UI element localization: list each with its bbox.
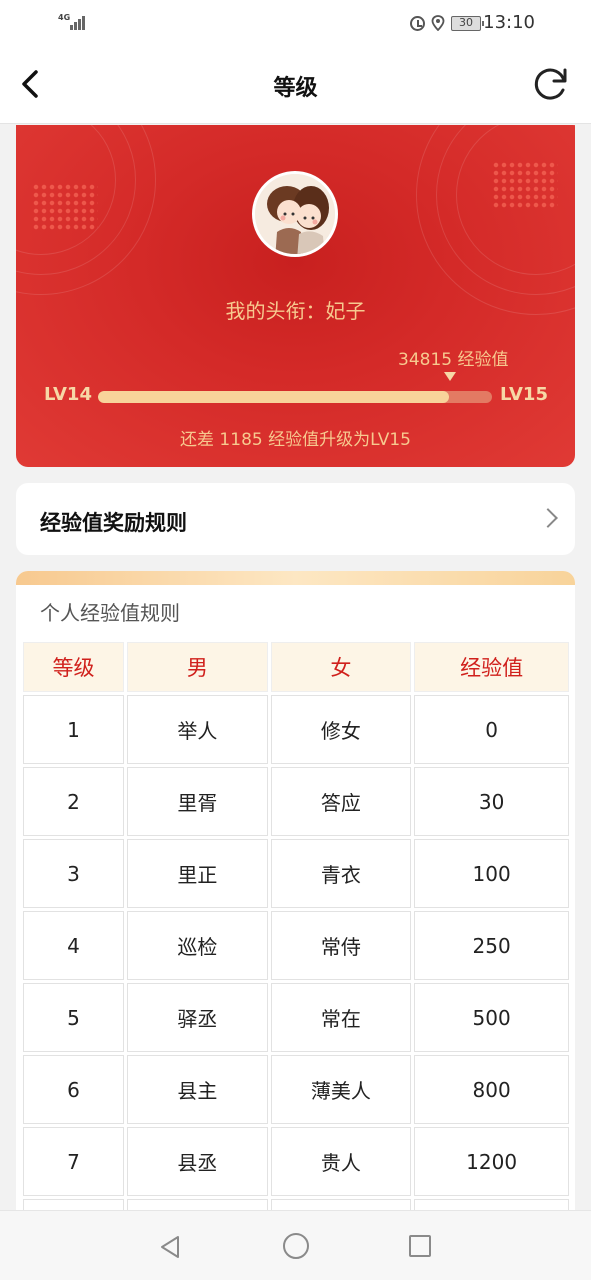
table-row: 2 里胥 答应 30 bbox=[23, 767, 569, 836]
exp-rules-card: 个人经验值规则 等级 男 女 经验值 1 举人 修女 0 2 里胥 答应 30 bbox=[16, 571, 575, 1231]
cell-level: 2 bbox=[23, 767, 125, 836]
cell-exp: 800 bbox=[414, 1055, 569, 1124]
exp-reward-rules-link[interactable]: 经验值奖励规则 bbox=[16, 483, 575, 555]
table-row: 6 县主 薄美人 800 bbox=[23, 1055, 569, 1124]
signal-icon: 4G bbox=[58, 14, 88, 32]
header-male: 男 bbox=[127, 642, 268, 692]
decor-dots-left bbox=[32, 183, 98, 231]
nav-back-icon[interactable] bbox=[158, 1235, 182, 1259]
cell-female: 青衣 bbox=[270, 839, 412, 908]
refresh-icon[interactable] bbox=[531, 64, 571, 104]
table-row: 3 里正 青衣 100 bbox=[23, 839, 569, 908]
cell-male: 县主 bbox=[127, 1055, 268, 1124]
progress-marker-icon bbox=[444, 372, 456, 381]
cell-exp: 0 bbox=[414, 695, 569, 764]
cell-female: 常侍 bbox=[270, 911, 412, 980]
cell-male: 县丞 bbox=[127, 1127, 268, 1196]
table-row: 5 驿丞 常在 500 bbox=[23, 983, 569, 1052]
cell-level: 6 bbox=[23, 1055, 125, 1124]
exp-reward-rules-label: 经验值奖励规则 bbox=[40, 511, 187, 535]
next-level: LV15 bbox=[500, 384, 548, 405]
exp-value-label: 34815 经验值 bbox=[398, 350, 509, 370]
decor-dots-right bbox=[492, 161, 558, 209]
cell-level: 1 bbox=[23, 695, 125, 764]
cell-level: 7 bbox=[23, 1127, 125, 1196]
header-exp: 经验值 bbox=[414, 642, 569, 692]
current-level: LV14 bbox=[44, 384, 92, 405]
cell-male: 巡检 bbox=[127, 911, 268, 980]
cell-female: 答应 bbox=[270, 767, 412, 836]
network-type: 4G bbox=[58, 13, 71, 22]
cell-level: 5 bbox=[23, 983, 125, 1052]
nav-recent-icon[interactable] bbox=[409, 1235, 431, 1257]
exp-rules-table: 等级 男 女 经验值 1 举人 修女 0 2 里胥 答应 30 3 里正 青衣 … bbox=[20, 639, 572, 1231]
header-female: 女 bbox=[270, 642, 412, 692]
status-time: 13:10 bbox=[483, 12, 535, 33]
level-progress-fill bbox=[98, 391, 449, 403]
cell-exp: 250 bbox=[414, 911, 569, 980]
location-icon bbox=[431, 15, 445, 31]
user-title: 我的头衔：妃子 bbox=[225, 299, 366, 323]
system-nav-bar bbox=[0, 1210, 591, 1280]
page-title: 等级 bbox=[273, 76, 318, 101]
cell-female: 修女 bbox=[270, 695, 412, 764]
cell-female: 贵人 bbox=[270, 1127, 412, 1196]
upgrade-hint: 还差 1185 经验值升级为LV15 bbox=[180, 430, 411, 450]
header: 等级 bbox=[0, 46, 591, 124]
chevron-right-icon bbox=[538, 508, 558, 528]
cell-male: 驿丞 bbox=[127, 983, 268, 1052]
cell-female: 薄美人 bbox=[270, 1055, 412, 1124]
table-row: 4 巡检 常侍 250 bbox=[23, 911, 569, 980]
level-progress-bar bbox=[98, 391, 492, 403]
nav-home-icon[interactable] bbox=[283, 1233, 309, 1259]
level-card: 我的头衔：妃子 34815 经验值 LV14 LV15 还差 1185 经验值升… bbox=[16, 125, 575, 467]
status-bar: 4G 30 13:10 bbox=[0, 0, 591, 46]
cell-female: 常在 bbox=[270, 983, 412, 1052]
avatar bbox=[252, 171, 338, 257]
table-title: 个人经验值规则 bbox=[40, 601, 180, 625]
cell-level: 4 bbox=[23, 911, 125, 980]
cell-male: 里正 bbox=[127, 839, 268, 908]
cell-level: 3 bbox=[23, 839, 125, 908]
cell-exp: 1200 bbox=[414, 1127, 569, 1196]
battery-icon: 30 bbox=[451, 15, 484, 31]
header-level: 等级 bbox=[23, 642, 125, 692]
alarm-icon bbox=[410, 15, 425, 31]
table-row: 7 县丞 贵人 1200 bbox=[23, 1127, 569, 1196]
cell-male: 里胥 bbox=[127, 767, 268, 836]
cell-male: 举人 bbox=[127, 695, 268, 764]
table-row: 1 举人 修女 0 bbox=[23, 695, 569, 764]
cell-exp: 30 bbox=[414, 767, 569, 836]
cell-exp: 500 bbox=[414, 983, 569, 1052]
table-header-row: 等级 男 女 经验值 bbox=[23, 642, 569, 692]
cell-exp: 100 bbox=[414, 839, 569, 908]
status-icons: 30 bbox=[410, 12, 484, 34]
